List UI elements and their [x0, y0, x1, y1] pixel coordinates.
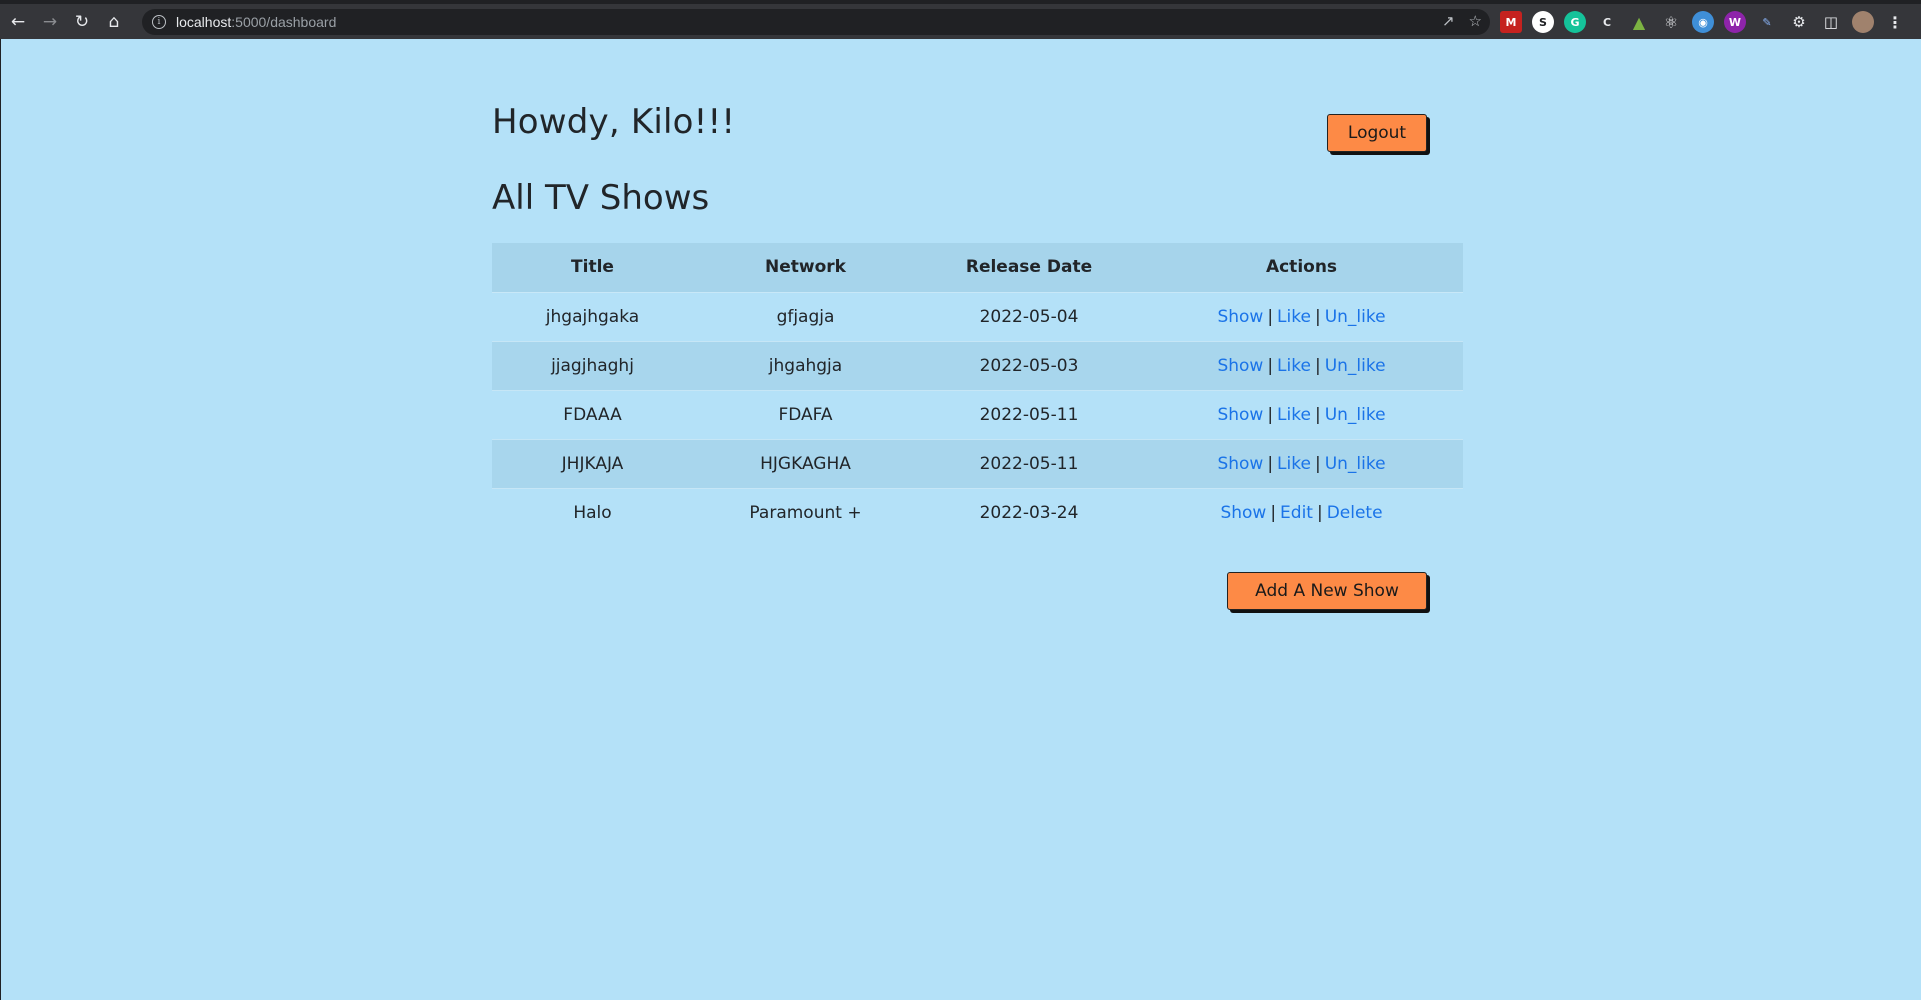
- extensions-icon[interactable]: ⚙: [1788, 11, 1810, 33]
- separator: |: [1314, 404, 1321, 425]
- grammarly-extension-icon[interactable]: G: [1564, 11, 1586, 33]
- w-extension-icon[interactable]: W: [1724, 11, 1746, 33]
- unlike-link[interactable]: Un_like: [1325, 454, 1386, 474]
- unlike-link[interactable]: Un_like: [1325, 356, 1386, 376]
- table-row: jhgajhgaka gfjagja 2022-05-04 Show | Like |…: [492, 291, 1463, 341]
- page-title: All TV Shows: [492, 178, 710, 218]
- show-release-date: 2022-03-24: [918, 487, 1140, 537]
- edit-link[interactable]: Edit: [1280, 503, 1313, 523]
- delete-link[interactable]: Delete: [1327, 503, 1383, 523]
- separator: |: [1270, 502, 1277, 523]
- column-header-actions: Actions: [1140, 243, 1463, 293]
- globe-extension-icon[interactable]: ◉: [1692, 11, 1714, 33]
- show-release-date: 2022-05-11: [918, 389, 1140, 439]
- menu-icon[interactable]: ⋮: [1884, 11, 1906, 33]
- table-row: JHJKAJA HJGKAGHA 2022-05-11 Show | Like | Un…: [492, 438, 1463, 488]
- show-title: jhgajhgaka: [492, 291, 693, 341]
- url-host: localhost: [176, 14, 232, 30]
- separator: |: [1267, 306, 1274, 327]
- sidepanel-icon[interactable]: ◫: [1820, 11, 1842, 33]
- separator: |: [1267, 453, 1274, 474]
- home-icon[interactable]: ⌂: [100, 8, 128, 36]
- like-link[interactable]: Like: [1277, 307, 1311, 327]
- show-title: JHJKAJA: [492, 438, 693, 488]
- separator: |: [1267, 404, 1274, 425]
- show-link[interactable]: Show: [1217, 356, 1263, 376]
- back-icon[interactable]: ←: [4, 8, 32, 36]
- c-extension-icon[interactable]: C: [1596, 11, 1618, 33]
- reload-icon[interactable]: ↻: [68, 8, 96, 36]
- show-network: gfjagja: [693, 291, 918, 341]
- show-actions: Show | Edit | Delete: [1140, 487, 1463, 537]
- like-link[interactable]: Like: [1277, 405, 1311, 425]
- table-header-row: Title Network Release Date Actions: [492, 243, 1463, 293]
- show-network: HJGKAGHA: [693, 438, 918, 488]
- share-icon[interactable]: ↗: [1442, 12, 1455, 30]
- avatar[interactable]: [1852, 11, 1874, 33]
- table-row: jjagjhaghj jhgahgja 2022-05-03 Show | Like…: [492, 340, 1463, 390]
- greeting-heading: Howdy, Kilo!!!: [492, 102, 736, 142]
- show-actions: Show | Like | Un_like: [1140, 340, 1463, 390]
- show-title: Halo: [492, 487, 693, 537]
- separator: |: [1314, 355, 1321, 376]
- show-link[interactable]: Show: [1217, 307, 1263, 327]
- separator: |: [1314, 306, 1321, 327]
- forward-icon[interactable]: →: [36, 8, 64, 36]
- page-content: Howdy, Kilo!!! Logout All TV Shows Title…: [0, 39, 1921, 1000]
- column-header-title: Title: [492, 243, 693, 293]
- table-row: Halo Paramount + 2022-03-24 Show | Edit | De…: [492, 487, 1463, 537]
- react-extension-icon[interactable]: ⚛: [1660, 11, 1682, 33]
- separator: |: [1267, 355, 1274, 376]
- table-row: FDAAA FDAFA 2022-05-11 Show | Like | Un_like: [492, 389, 1463, 439]
- show-actions: Show | Like | Un_like: [1140, 438, 1463, 488]
- column-header-release-date: Release Date: [918, 243, 1140, 293]
- gmail-extension-icon[interactable]: M: [1500, 11, 1522, 33]
- url-path: :5000/dashboard: [231, 14, 337, 30]
- show-network: jhgahgja: [693, 340, 918, 390]
- column-header-network: Network: [693, 243, 918, 293]
- star-icon[interactable]: ☆: [1469, 12, 1482, 30]
- show-link[interactable]: Show: [1217, 405, 1263, 425]
- show-network: FDAFA: [693, 389, 918, 439]
- show-actions: Show | Like | Un_like: [1140, 291, 1463, 341]
- show-network: Paramount +: [693, 487, 918, 537]
- s-extension-icon[interactable]: S: [1532, 11, 1554, 33]
- show-release-date: 2022-05-03: [918, 340, 1140, 390]
- show-release-date: 2022-05-11: [918, 438, 1140, 488]
- info-icon[interactable]: i: [152, 15, 166, 29]
- separator: |: [1314, 453, 1321, 474]
- add-new-show-button[interactable]: Add A New Show: [1227, 572, 1427, 610]
- unlike-link[interactable]: Un_like: [1325, 307, 1386, 327]
- shows-table: Title Network Release Date Actions jhgaj…: [492, 243, 1463, 537]
- separator: |: [1316, 502, 1323, 523]
- show-link[interactable]: Show: [1220, 503, 1266, 523]
- pen-extension-icon[interactable]: ✎: [1756, 11, 1778, 33]
- tree-extension-icon[interactable]: ▲: [1628, 11, 1650, 33]
- like-link[interactable]: Like: [1277, 356, 1311, 376]
- show-release-date: 2022-05-04: [918, 291, 1140, 341]
- like-link[interactable]: Like: [1277, 454, 1311, 474]
- show-title: jjagjhaghj: [492, 340, 693, 390]
- show-link[interactable]: Show: [1217, 454, 1263, 474]
- logout-button[interactable]: Logout: [1327, 114, 1427, 152]
- browser-toolbar: ← → ↻ ⌂ i localhost:5000/dashboard ↗ ☆ M…: [0, 0, 1921, 39]
- show-actions: Show | Like | Un_like: [1140, 389, 1463, 439]
- unlike-link[interactable]: Un_like: [1325, 405, 1386, 425]
- address-bar[interactable]: i localhost:5000/dashboard ↗ ☆: [142, 9, 1490, 35]
- show-title: FDAAA: [492, 389, 693, 439]
